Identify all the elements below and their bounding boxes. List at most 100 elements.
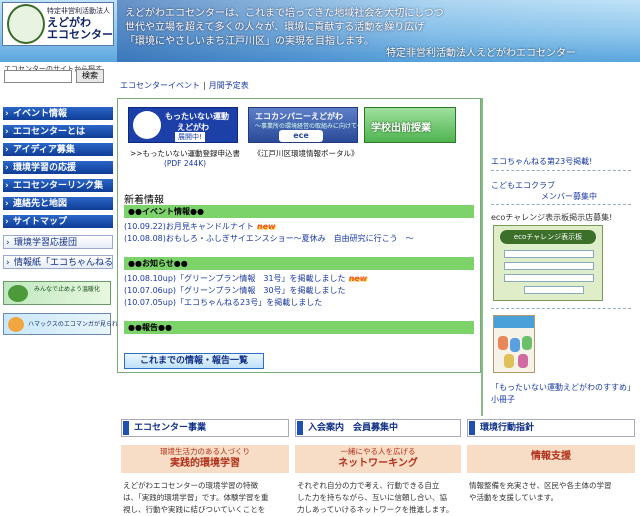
- card-row: [504, 250, 594, 258]
- section-sub-line2: 情報支援: [531, 451, 571, 462]
- booklet-link-2[interactable]: 小冊子: [491, 394, 515, 405]
- header-mission-line1: えどがわエコセンターは、これまで培ってきた地域社会を大切にしつつ: [125, 8, 444, 19]
- mascot-icon: [8, 317, 24, 332]
- new-badge: new: [348, 274, 368, 283]
- logo-subtitle: 特定非営利活動法人: [47, 7, 110, 15]
- section-sub-line1: 一緒にやる人を広げる: [340, 447, 416, 456]
- logo-title-line2: エコセンター: [47, 28, 113, 41]
- eco-challenge-card[interactable]: ecoチャレンジ表示板: [493, 225, 603, 301]
- child-icon: [510, 338, 520, 352]
- header-mission-line2: 世代や立場を超えて多くの人々が、環境に貢献する活動を繰り広げ: [125, 22, 425, 33]
- nav-item-ideas[interactable]: › アイディア募集: [3, 143, 113, 157]
- breadcrumb-separator: |: [203, 81, 206, 90]
- section-text-line: 情報整備を充実させ、区民や各主体の学習: [469, 481, 612, 490]
- section-sub-ecocenter: 環境生活力のある人づくり 実践的環境学習: [121, 445, 289, 473]
- eco-company-subtitle: 〜事業所の環境経営の取組みに向けて〜: [255, 123, 364, 130]
- booklet-image[interactable]: [493, 315, 535, 373]
- nav-item-label: 連絡先と地図: [13, 199, 68, 209]
- warming-banner-text: みんなで止めよう温暖化: [34, 286, 101, 293]
- child-icon: [498, 336, 508, 350]
- ece-logo-icon: ece: [279, 130, 323, 142]
- mottainai-signup-link[interactable]: >>もったいない運動登録申込書: [126, 149, 244, 159]
- section-text-line: 視し、行動や実践に結びついていくことを: [123, 505, 266, 514]
- notice-date: (10.08.10up): [124, 274, 177, 283]
- booklet-band: [494, 316, 534, 328]
- left-sidebar: エコセンターのサイトから探す 検索 › イベント情報 › エコセンターとは › アイデ…: [0, 62, 132, 516]
- event-item[interactable]: (10.09.22)お月見キャンドルナイト new: [124, 221, 275, 232]
- child-icon: [518, 354, 528, 368]
- mottainai-banner-line3: 展開中!: [175, 132, 205, 142]
- event-text: お月見キャンドルナイト: [165, 222, 254, 231]
- right-sidebar: エコちゃんねる第23号掲載! こどもエコクラブ メンバー募集中 ecoチャレンジ…: [481, 98, 640, 416]
- nav-item-contact-map[interactable]: › 連絡先と地図: [3, 197, 113, 211]
- portal-caption[interactable]: 《江戸川区環境情報ポータル》: [250, 149, 362, 159]
- pdf-size-label: (PDF 244K): [163, 159, 207, 168]
- manga-banner[interactable]: ハマックスのエコマンガが見られるよ!: [3, 313, 132, 335]
- notice-text: 「エコちゃんねる23号」を掲載しました: [176, 298, 323, 307]
- nav-item-label: エコセンターリンク集: [13, 181, 104, 191]
- section-title-ecocenter[interactable]: エコセンター事業: [121, 419, 289, 437]
- eco-challenge-card-head: ecoチャレンジ表示板: [500, 230, 596, 244]
- nav-item-label: 情報紙「エコちゃんねる」: [14, 258, 113, 268]
- newsletter-link[interactable]: エコちゃんねる第23号掲載!: [491, 156, 592, 167]
- section-title-membership[interactable]: 入会案内 会員募集中: [295, 419, 461, 437]
- nav-item-label: サイトマップ: [13, 217, 68, 227]
- section-text-line: は、「実践的環境学習」です。体験学習を重: [123, 493, 269, 502]
- notices-header: ●●お知らせ●●: [124, 257, 474, 270]
- nav-item-label: エコセンターとは: [13, 127, 86, 137]
- news-title: 新着情報: [124, 195, 164, 206]
- mottainai-banner-line1: もったいない運動: [165, 112, 229, 121]
- kids-eco-club-link-2[interactable]: メンバー募集中: [541, 191, 597, 202]
- nav-item-label: 環境学習の応援: [13, 163, 77, 173]
- nav-arrow-icon: ›: [5, 199, 9, 209]
- notice-item[interactable]: (10.07.06up)「グリーンプラン情報 30号」を掲載しました: [124, 285, 346, 296]
- earth-icon: [8, 285, 28, 302]
- search-input[interactable]: [4, 70, 72, 83]
- search-button[interactable]: 検索: [76, 69, 104, 83]
- section-text-line: した力を持ちながら、互いに信頼し合い、協: [297, 493, 447, 502]
- header-organization-name: 特定非営利活動法人えどがわエコセンター: [386, 48, 576, 59]
- nav-item-links[interactable]: › エコセンターリンク集: [3, 179, 113, 193]
- warming-banner[interactable]: みんなで止めよう温暖化: [3, 281, 111, 305]
- divider: [491, 204, 631, 205]
- mascot-face-icon: [133, 111, 161, 139]
- nav-item-events[interactable]: › イベント情報: [3, 107, 113, 121]
- section-text-line: や活動を支援しています。: [469, 493, 559, 502]
- notice-date: (10.07.05up): [124, 298, 177, 307]
- section-sub-membership: 一緒にやる人を広げる ネットワーキング: [295, 445, 461, 473]
- logo-title: えどがわ エコセンター: [47, 17, 113, 41]
- card-row: [504, 262, 594, 270]
- new-badge: new: [256, 222, 276, 231]
- mottainai-banner[interactable]: もったいない運動 えどがわ 展開中!: [128, 107, 238, 143]
- nav-item-newsletter[interactable]: › 情報紙「エコちゃんねる」: [3, 255, 113, 269]
- notice-item[interactable]: (10.07.05up)「エコちゃんねる23号」を掲載しました: [124, 297, 322, 308]
- notice-date: (10.07.06up): [124, 286, 177, 295]
- eco-company-banner[interactable]: エコカンパニーえどがわ 〜事業所の環境経営の取組みに向けて〜 ece: [248, 107, 363, 143]
- nav-item-sitemap[interactable]: › サイトマップ: [3, 215, 113, 229]
- kids-eco-club-link[interactable]: こどもエコクラブ: [491, 180, 555, 191]
- nav-item-label: アイディア募集: [13, 145, 75, 155]
- nav-arrow-icon: ›: [5, 127, 9, 137]
- archive-list-button[interactable]: これまでの情報・報告一覧: [124, 353, 264, 369]
- nav-arrow-icon: ›: [6, 258, 10, 268]
- section-sub-line2: ネットワーキング: [338, 458, 418, 469]
- section-text-ecocenter: えどがわエコセンターの環境学習の特徴 は、「実践的環境学習」です。体験学習を重 視し…: [123, 480, 289, 516]
- section-title-guidelines[interactable]: 環境行動指針: [467, 419, 635, 437]
- school-lesson-banner[interactable]: 学校出前授業: [364, 107, 456, 143]
- site-logo[interactable]: 特定非営利活動法人 えどがわ エコセンター: [2, 2, 114, 46]
- breadcrumb-link-events[interactable]: エコセンターイベント: [120, 81, 200, 90]
- nav-item-about[interactable]: › エコセンターとは: [3, 125, 113, 139]
- section-text-line: 力しあっていけるネットワークを推進します。: [297, 505, 454, 514]
- nav-item-label: イベント情報: [13, 109, 68, 119]
- nav-item-learning-support[interactable]: › 環境学習の応援: [3, 161, 113, 175]
- breadcrumb-link-calendar[interactable]: 月間予定表: [209, 81, 249, 90]
- mottainai-caption[interactable]: >>もったいない運動登録申込書 (PDF 244K): [126, 149, 244, 169]
- section-sub-line2: 実践的環境学習: [170, 458, 240, 469]
- event-item[interactable]: (10.08.08)おもしろ・ふしぎサイエンスショー〜夏休み 自由研究に行こう …: [124, 233, 414, 244]
- reports-header: ●●報告●●: [124, 321, 474, 334]
- nav-item-supporters[interactable]: › 環境学習応援団: [3, 235, 113, 249]
- booklet-link[interactable]: 「もったいない運動えどがわのすすめ」: [491, 382, 635, 393]
- eco-challenge-label: ecoチャレンジ表示板掲示店募集!: [491, 213, 613, 222]
- notice-item[interactable]: (10.08.10up)「グリーンプラン情報 31号」を掲載しました new: [124, 273, 367, 284]
- divider: [491, 308, 631, 309]
